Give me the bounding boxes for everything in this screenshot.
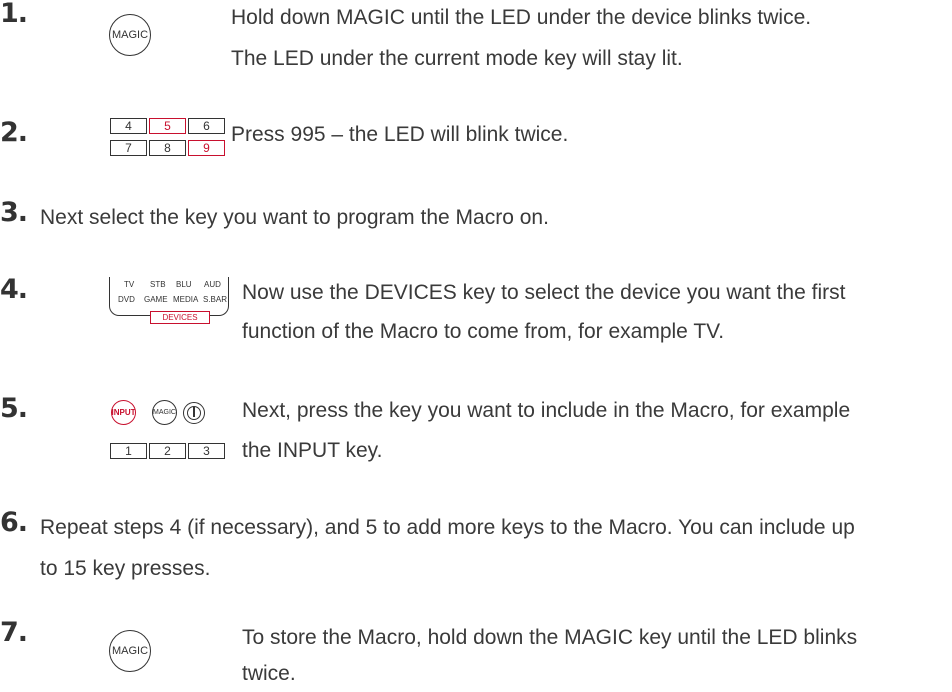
- device-game: GAME: [144, 295, 168, 304]
- step-7-line-1: To store the Macro, hold down the MAGIC …: [242, 626, 858, 649]
- step-4-number: 4.: [0, 274, 28, 305]
- input-key-label: INPUT: [111, 408, 136, 417]
- step-7-line-2: twice.: [242, 662, 296, 685]
- key-2: 2: [149, 443, 186, 459]
- magic-key-icon: MAGIC: [109, 14, 151, 56]
- step-1-number: 1.: [0, 0, 28, 29]
- device-blu: BLU: [176, 280, 192, 289]
- key-4: 4: [110, 118, 147, 134]
- step-3-number: 3.: [0, 197, 28, 228]
- step-1-line-1: Hold down MAGIC until the LED under the …: [231, 6, 812, 29]
- step-3-text: Next select the key you want to program …: [40, 206, 549, 229]
- magic-key-small-icon: MAGIC: [152, 400, 177, 425]
- step-2-text: Press 995 – the LED will blink twice.: [231, 123, 569, 146]
- devices-panel-icon: TV STB BLU AUD DVD GAME MEDIA S.BAR DEVI…: [109, 277, 229, 324]
- step-7-text: To store the Macro, hold down the MAGIC …: [242, 620, 857, 692]
- step-4-line-1: Now use the DEVICES key to select the de…: [242, 281, 846, 304]
- magic-key-icon-2: MAGIC: [109, 630, 151, 672]
- magic-key-small-label: MAGIC: [153, 409, 176, 416]
- step-5-line-2: the INPUT key.: [242, 439, 383, 462]
- key-3: 3: [188, 443, 225, 459]
- key-9: 9: [188, 140, 225, 156]
- step-4-line-2: function of the Macro to come from, for …: [242, 320, 725, 343]
- device-tv: TV: [124, 280, 135, 289]
- step-6-line-2: to 15 key presses.: [40, 557, 211, 580]
- step-5-number: 5.: [0, 393, 28, 424]
- input-key-icon: INPUT: [111, 400, 136, 425]
- device-aud: AUD: [204, 280, 221, 289]
- magic-key-label-2: MAGIC: [111, 645, 149, 657]
- step-5-line-1: Next, press the key you want to include …: [242, 399, 851, 422]
- device-stb: STB: [150, 280, 166, 289]
- step-7-number: 7.: [0, 617, 28, 648]
- step-5-text: Next, press the key you want to include …: [242, 393, 850, 469]
- key-5: 5: [149, 118, 186, 134]
- key-1: 1: [110, 443, 147, 459]
- devices-button-icon: DEVICES: [150, 311, 210, 324]
- magic-key-label: MAGIC: [111, 29, 149, 41]
- step-4-text: Now use the DEVICES key to select the de…: [242, 275, 845, 350]
- device-sbar: S.BAR: [203, 295, 228, 304]
- step-6-text: Repeat steps 4 (if necessary), and 5 to …: [0, 510, 952, 587]
- device-dvd: DVD: [118, 295, 135, 304]
- step-2-number: 2.: [0, 117, 28, 148]
- step-1-line-2: The LED under the current mode key will …: [231, 47, 683, 70]
- step-1-text: Hold down MAGIC until the LED under the …: [231, 0, 811, 77]
- key-8: 8: [149, 140, 186, 156]
- power-icon: [183, 402, 205, 424]
- key-6: 6: [188, 118, 225, 134]
- step-6-line-1: Repeat steps 4 (if necessary), and 5 to …: [40, 516, 855, 539]
- device-media: MEDIA: [173, 295, 199, 304]
- key-7: 7: [110, 140, 147, 156]
